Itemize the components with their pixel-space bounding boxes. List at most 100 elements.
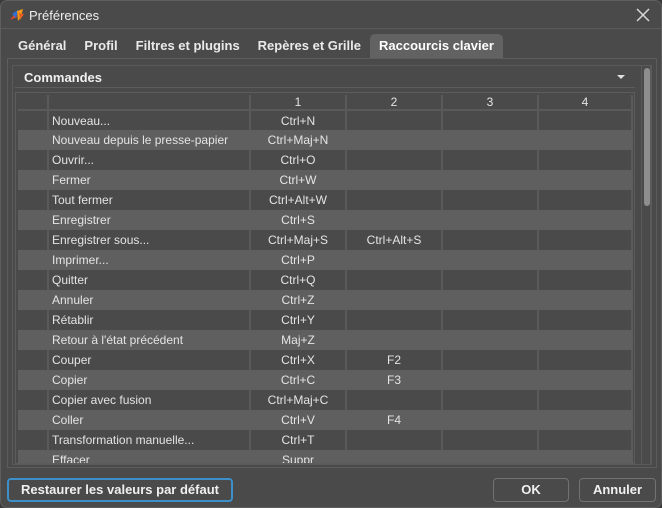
shortcut-3-cell[interactable] bbox=[442, 270, 539, 290]
shortcut-1-cell[interactable]: Ctrl+Q bbox=[250, 270, 347, 290]
shortcut-3-cell[interactable] bbox=[442, 190, 539, 210]
shortcut-3-cell[interactable] bbox=[442, 390, 539, 410]
shortcut-4-cell[interactable] bbox=[538, 370, 633, 390]
shortcut-1-cell[interactable]: Ctrl+Maj+C bbox=[250, 390, 347, 410]
shortcut-3-cell[interactable] bbox=[442, 330, 539, 350]
shortcut-1-cell[interactable]: Ctrl+X bbox=[250, 350, 347, 370]
table-row[interactable]: Nouveau... Ctrl+N bbox=[18, 110, 633, 130]
shortcut-3-cell[interactable] bbox=[442, 150, 539, 170]
shortcut-1-cell[interactable]: Ctrl+Alt+W bbox=[250, 190, 347, 210]
table-row[interactable]: Couper Ctrl+X F2 bbox=[18, 350, 633, 370]
shortcut-3-cell[interactable] bbox=[442, 410, 539, 430]
table-row[interactable]: Nouveau depuis le presse-papier Ctrl+Maj+… bbox=[18, 130, 633, 150]
table-row[interactable]: Fermer Ctrl+W bbox=[18, 170, 633, 190]
shortcut-2-cell[interactable]: Ctrl+Alt+S bbox=[346, 230, 443, 250]
shortcut-4-cell[interactable] bbox=[538, 350, 633, 370]
shortcut-3-cell[interactable] bbox=[442, 350, 539, 370]
shortcut-3-cell[interactable] bbox=[442, 290, 539, 310]
shortcut-1-cell[interactable]: Ctrl+Z bbox=[250, 290, 347, 310]
shortcut-2-cell[interactable]: F4 bbox=[346, 410, 443, 430]
shortcut-2-cell[interactable] bbox=[346, 210, 443, 230]
shortcut-4-cell[interactable] bbox=[538, 270, 633, 290]
shortcut-2-cell[interactable]: F2 bbox=[346, 350, 443, 370]
shortcut-1-cell[interactable]: Ctrl+N bbox=[250, 110, 347, 130]
shortcut-4-cell[interactable] bbox=[538, 150, 633, 170]
shortcut-2-cell[interactable] bbox=[346, 190, 443, 210]
shortcut-4-cell[interactable] bbox=[538, 430, 633, 450]
shortcut-2-cell[interactable] bbox=[346, 290, 443, 310]
shortcut-2-cell[interactable] bbox=[346, 170, 443, 190]
shortcut-2-cell[interactable] bbox=[346, 430, 443, 450]
table-row[interactable]: Enregistrer sous... Ctrl+Maj+S Ctrl+Alt+S bbox=[18, 230, 633, 250]
shortcut-4-cell[interactable] bbox=[538, 170, 633, 190]
shortcut-1-cell[interactable]: Suppr bbox=[250, 450, 347, 463]
table-row[interactable]: Transformation manuelle... Ctrl+T bbox=[18, 430, 633, 450]
shortcut-3-cell[interactable] bbox=[442, 250, 539, 270]
table-row[interactable]: Imprimer... Ctrl+P bbox=[18, 250, 633, 270]
table-row[interactable]: Rétablir Ctrl+Y bbox=[18, 310, 633, 330]
shortcut-3-cell[interactable] bbox=[442, 170, 539, 190]
commands-dropdown[interactable]: Commandes bbox=[15, 66, 635, 88]
shortcut-4-cell[interactable] bbox=[538, 130, 633, 150]
shortcut-3-cell[interactable] bbox=[442, 450, 539, 463]
shortcut-1-cell[interactable]: Ctrl+Y bbox=[250, 310, 347, 330]
restore-defaults-button[interactable]: Restaurer les valeurs par défaut bbox=[7, 478, 233, 502]
shortcut-1-cell[interactable]: Ctrl+V bbox=[250, 410, 347, 430]
shortcut-2-cell[interactable] bbox=[346, 250, 443, 270]
shortcut-4-cell[interactable] bbox=[538, 390, 633, 410]
shortcut-2-cell[interactable] bbox=[346, 130, 443, 150]
table-row[interactable]: Retour à l'état précédent Maj+Z bbox=[18, 330, 633, 350]
shortcut-4-cell[interactable] bbox=[538, 190, 633, 210]
close-icon[interactable] bbox=[635, 7, 651, 23]
shortcut-3-cell[interactable] bbox=[442, 130, 539, 150]
shortcut-1-cell[interactable]: Ctrl+T bbox=[250, 430, 347, 450]
shortcut-4-cell[interactable] bbox=[538, 410, 633, 430]
column-header-3[interactable]: 3 bbox=[442, 95, 539, 111]
table-row[interactable]: Effacer Suppr bbox=[18, 450, 633, 463]
shortcut-4-cell[interactable] bbox=[538, 330, 633, 350]
table-row[interactable]: Coller Ctrl+V F4 bbox=[18, 410, 633, 430]
table-row[interactable]: Enregistrer Ctrl+S bbox=[18, 210, 633, 230]
shortcut-2-cell[interactable] bbox=[346, 390, 443, 410]
shortcut-1-cell[interactable]: Ctrl+P bbox=[250, 250, 347, 270]
shortcut-2-cell[interactable] bbox=[346, 110, 443, 130]
column-header-4[interactable]: 4 bbox=[538, 95, 633, 111]
shortcut-1-cell[interactable]: Ctrl+W bbox=[250, 170, 347, 190]
tab-reperes-grille[interactable]: Repères et Grille bbox=[249, 34, 370, 58]
vertical-scrollbar[interactable] bbox=[641, 66, 651, 464]
column-header-2[interactable]: 2 bbox=[346, 95, 443, 111]
scrollbar-thumb[interactable] bbox=[644, 68, 650, 206]
shortcut-3-cell[interactable] bbox=[442, 370, 539, 390]
shortcut-2-cell[interactable] bbox=[346, 270, 443, 290]
shortcut-2-cell[interactable] bbox=[346, 310, 443, 330]
column-header-1[interactable]: 1 bbox=[250, 95, 347, 111]
shortcut-4-cell[interactable] bbox=[538, 310, 633, 330]
table-row[interactable]: Tout fermer Ctrl+Alt+W bbox=[18, 190, 633, 210]
ok-button[interactable]: OK bbox=[493, 478, 569, 502]
shortcut-1-cell[interactable]: Ctrl+O bbox=[250, 150, 347, 170]
table-row[interactable]: Quitter Ctrl+Q bbox=[18, 270, 633, 290]
shortcut-2-cell[interactable] bbox=[346, 330, 443, 350]
shortcut-3-cell[interactable] bbox=[442, 110, 539, 130]
shortcut-2-cell[interactable] bbox=[346, 150, 443, 170]
shortcut-4-cell[interactable] bbox=[538, 250, 633, 270]
shortcut-3-cell[interactable] bbox=[442, 430, 539, 450]
shortcut-4-cell[interactable] bbox=[538, 290, 633, 310]
shortcut-2-cell[interactable]: F3 bbox=[346, 370, 443, 390]
table-row[interactable]: Copier Ctrl+C F3 bbox=[18, 370, 633, 390]
tab-general[interactable]: Général bbox=[9, 34, 75, 58]
shortcut-1-cell[interactable]: Ctrl+C bbox=[250, 370, 347, 390]
shortcut-2-cell[interactable] bbox=[346, 450, 443, 463]
table-row[interactable]: Annuler Ctrl+Z bbox=[18, 290, 633, 310]
shortcut-4-cell[interactable] bbox=[538, 230, 633, 250]
cancel-button[interactable]: Annuler bbox=[579, 478, 656, 502]
shortcut-3-cell[interactable] bbox=[442, 310, 539, 330]
shortcut-1-cell[interactable]: Maj+Z bbox=[250, 330, 347, 350]
shortcut-1-cell[interactable]: Ctrl+Maj+S bbox=[250, 230, 347, 250]
shortcut-1-cell[interactable]: Ctrl+S bbox=[250, 210, 347, 230]
shortcut-1-cell[interactable]: Ctrl+Maj+N bbox=[250, 130, 347, 150]
shortcut-4-cell[interactable] bbox=[538, 110, 633, 130]
table-row[interactable]: Copier avec fusion Ctrl+Maj+C bbox=[18, 390, 633, 410]
dropdown-arrow-icon[interactable] bbox=[617, 75, 625, 79]
tab-raccourcis-clavier[interactable]: Raccourcis clavier bbox=[370, 34, 503, 58]
